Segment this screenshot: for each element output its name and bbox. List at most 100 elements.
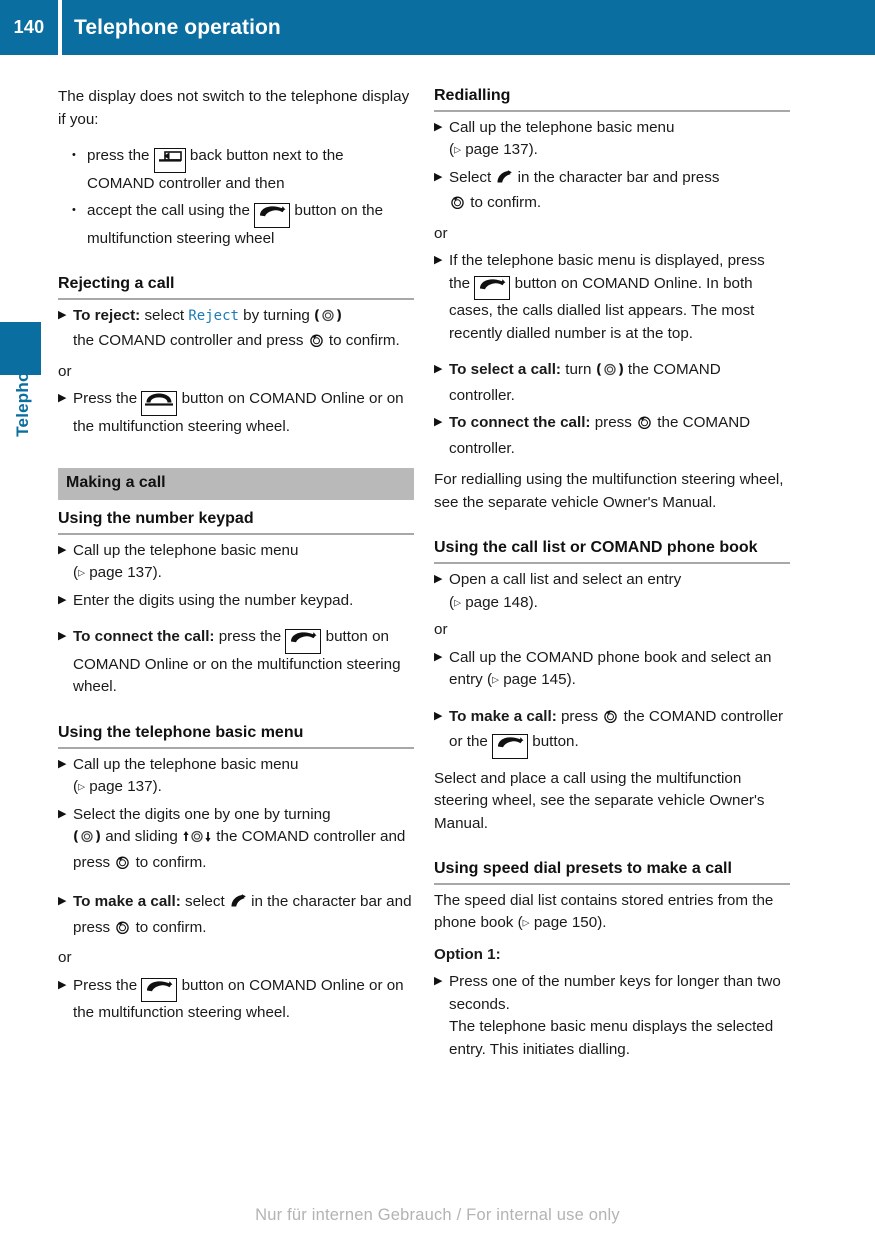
page-ref-triangle-icon: ▷: [522, 917, 530, 928]
phone-accept-button-icon: [254, 203, 291, 228]
left-column: The display does not switch to the telep…: [58, 86, 414, 1025]
step-text: by turning: [238, 306, 315, 324]
step-continuation-text: The telephone basic menu displays the se…: [449, 1018, 774, 1058]
page-reference: (▷ page 137).: [73, 778, 162, 796]
page-reference: (▷ page 148).: [449, 593, 538, 611]
step-triangle-icon: ▶: [434, 650, 443, 663]
step-item: ▶ To connect the call: press the button …: [58, 626, 414, 699]
list-item: • press the back button next to the COMA…: [58, 145, 414, 195]
step-text: Press one of the number keys for longer …: [449, 973, 781, 1013]
speed-dial-intro: The speed dial list contains stored entr…: [434, 890, 790, 935]
header-separator: [58, 0, 62, 55]
page-header: 140 Telephone operation: [0, 0, 875, 55]
step-text: the COMAND controller and press: [73, 332, 308, 350]
heading-using-telephone-basic-menu: Using the telephone basic menu: [58, 723, 414, 749]
step-text: Press the: [73, 976, 142, 994]
controller-press-icon: [636, 415, 653, 438]
step-text: to confirm.: [131, 853, 207, 871]
page-ref-triangle-icon: ▷: [78, 567, 85, 578]
page-ref-label: page 145: [503, 671, 567, 689]
controller-turn-icon: [73, 829, 101, 852]
step-triangle-icon: ▶: [58, 543, 67, 556]
phone-accept-button-icon: [492, 734, 529, 759]
speed-dial-intro-text: ).: [597, 914, 607, 932]
step-text: Call up the telephone basic menu: [73, 755, 299, 773]
intro-paragraph: The display does not switch to the telep…: [58, 88, 410, 128]
footer-watermark: Nur für internen Gebrauch / For internal…: [255, 1206, 620, 1224]
step-text: to confirm.: [324, 332, 400, 350]
bullet-dot: •: [72, 204, 76, 216]
page-ref-label: page 148: [465, 593, 529, 611]
phone-accept-button-icon: [285, 629, 322, 654]
step-item: ▶ Select the digits one by one by turnin…: [58, 804, 414, 878]
heading-using-call-list: Using the call list or COMAND phone book: [434, 538, 790, 565]
controller-press-icon: [449, 195, 466, 218]
step-text: to confirm.: [466, 194, 542, 212]
section-band-making-a-call: Making a call: [58, 468, 414, 501]
step-text: Open a call list and select an entry: [449, 571, 682, 589]
call-list-note: Select and place a call using the multif…: [434, 769, 765, 832]
step-text: Call up the telephone basic menu: [449, 118, 675, 136]
or-separator: or: [434, 621, 448, 639]
step-item: ▶ To reject: select Reject by turning th…: [58, 305, 414, 356]
controller-press-icon: [602, 709, 619, 732]
controller-press-icon: [114, 855, 131, 878]
step-lead: To select a call:: [449, 361, 561, 379]
or-separator: or: [58, 362, 72, 380]
bullet-text-pre: press the: [87, 147, 154, 164]
page-ref-label: page 150: [533, 914, 598, 932]
step-text: press: [590, 414, 637, 432]
step-item: ▶ Open a call list and select an entry (▷…: [434, 569, 790, 614]
controller-turn-icon: [596, 362, 624, 385]
step-lead: To reject:: [73, 306, 141, 324]
step-triangle-icon: ▶: [58, 308, 67, 321]
controller-press-icon: [308, 333, 325, 356]
step-triangle-icon: ▶: [58, 392, 67, 405]
step-item: ▶ To select a call: turn the COMAND cont…: [434, 359, 790, 407]
step-item: ▶ Press the button on COMAND Online or o…: [58, 388, 414, 438]
page-reference: (▷ page 137).: [449, 141, 538, 159]
list-item: • accept the call using the button on th…: [58, 200, 414, 250]
or-separator: or: [58, 949, 72, 967]
phone-accept-button-icon: [474, 275, 511, 301]
option-label: Option 1:: [434, 944, 790, 967]
bullet-text-pre: accept the call using the: [87, 202, 255, 219]
bullet-list: • press the back button next to the COMA…: [58, 145, 414, 250]
heading-using-number-keypad: Using the number keypad: [58, 509, 414, 535]
step-text: Enter the digits using the number keypad…: [73, 591, 354, 609]
step-text: select: [180, 893, 229, 911]
menu-item-reject: Reject: [188, 307, 239, 324]
phone-accept-button-icon: [141, 977, 178, 1003]
page-ref-triangle-icon: ▷: [78, 781, 85, 792]
step-text: Call up the telephone basic menu: [73, 541, 299, 559]
step-item: ▶ To connect the call: press the COMAND …: [434, 412, 790, 460]
step-triangle-icon: ▶: [434, 709, 443, 722]
step-text: Press the: [73, 390, 142, 408]
page-ref-label: page 137: [89, 778, 153, 796]
step-item: ▶ Call up the telephone basic menu (▷ pag…: [58, 754, 414, 799]
step-text: and sliding: [101, 828, 183, 846]
step-text: press: [556, 707, 603, 725]
page-reference: (▷ page 137).: [73, 564, 162, 582]
back-button-icon: [153, 148, 186, 173]
step-item: ▶ Press the button on COMAND Online or o…: [58, 975, 414, 1025]
step-item: ▶ Select in the character bar and press …: [434, 167, 790, 218]
right-column: Redialling ▶ Call up the telephone basic…: [434, 86, 790, 1061]
page-title: Telephone operation: [74, 15, 281, 39]
step-lead: To connect the call:: [73, 628, 215, 646]
step-text: button.: [528, 733, 579, 751]
bullet-dot: •: [72, 149, 76, 161]
step-item: ▶ Call up the COMAND phone book and sele…: [434, 647, 790, 692]
step-item: ▶ Enter the digits using the number keyp…: [58, 590, 414, 613]
step-item: ▶ To make a call: press the COMAND contr…: [434, 706, 790, 759]
step-text: Select: [449, 168, 496, 186]
step-text: in the character bar and press: [513, 168, 720, 186]
heading-rejecting-a-call: Rejecting a call: [58, 274, 414, 300]
step-text: press the: [214, 628, 286, 646]
step-text: ).: [566, 671, 576, 689]
step-item: ▶ Press one of the number keys for longe…: [434, 971, 790, 1061]
option-label-text: Option 1:: [434, 945, 501, 963]
step-triangle-icon: ▶: [58, 593, 67, 606]
step-text: turn: [561, 361, 596, 379]
step-triangle-icon: ▶: [434, 254, 443, 267]
